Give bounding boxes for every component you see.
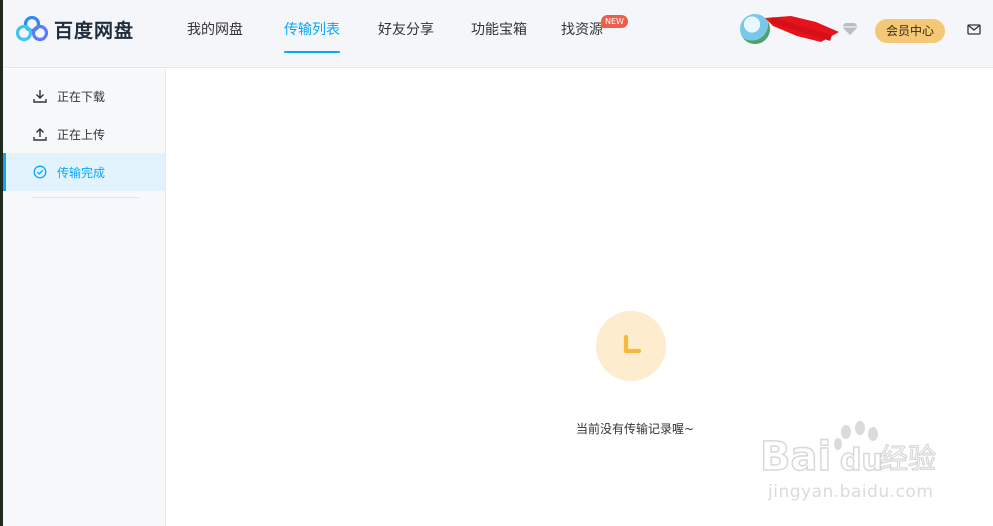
app-logo[interactable]: 百度网盘	[16, 14, 134, 44]
vip-diamond-icon	[842, 23, 858, 35]
watermark-url: jingyan.baidu.com	[768, 482, 934, 502]
mail-icon[interactable]	[967, 24, 981, 35]
baidu-netdisk-logo-icon	[16, 16, 48, 42]
vip-center-button[interactable]: 会员中心	[875, 19, 945, 43]
main-nav: 我的网盘 传输列表 好友分享 功能宝箱 找资源 NEW	[187, 0, 628, 68]
svg-text:经验: 经验	[880, 442, 936, 475]
sidebar-item-uploading[interactable]: 正在上传	[3, 115, 165, 153]
redacted-username-scribble	[765, 16, 839, 42]
sidebar-divider	[31, 197, 139, 198]
new-badge: NEW	[601, 15, 628, 28]
sidebar-item-label: 正在上传	[57, 127, 106, 142]
check-circle-icon	[32, 165, 47, 180]
baidu-jingyan-watermark-logo: Bai du 经验	[760, 421, 937, 481]
upload-icon	[32, 127, 47, 142]
download-icon	[32, 89, 47, 104]
svg-text:du: du	[840, 443, 883, 478]
sidebar-item-label: 正在下载	[57, 89, 106, 104]
top-header: 百度网盘 我的网盘 传输列表 好友分享 功能宝箱 找资源 NEW 会员中心	[3, 0, 993, 68]
tab-find-resources-label: 找资源	[561, 22, 603, 38]
tab-toolbox[interactable]: 功能宝箱	[471, 0, 527, 68]
svg-text:Bai: Bai	[760, 434, 831, 480]
tab-my-netdisk[interactable]: 我的网盘	[187, 0, 243, 68]
empty-state-clock-icon	[596, 311, 666, 381]
transfer-sidebar: 正在下载 正在上传 传输完成	[3, 69, 166, 526]
tab-transfer-list[interactable]: 传输列表	[284, 0, 340, 68]
sidebar-item-downloading[interactable]: 正在下载	[3, 77, 165, 115]
sidebar-item-label: 传输完成	[57, 165, 106, 180]
app-title: 百度网盘	[54, 19, 135, 42]
sidebar-item-completed[interactable]: 传输完成	[3, 153, 165, 191]
tab-friend-share[interactable]: 好友分享	[378, 0, 434, 68]
empty-state-message: 当前没有传输记录喔~	[575, 422, 695, 436]
tab-find-resources[interactable]: 找资源 NEW	[561, 0, 628, 68]
